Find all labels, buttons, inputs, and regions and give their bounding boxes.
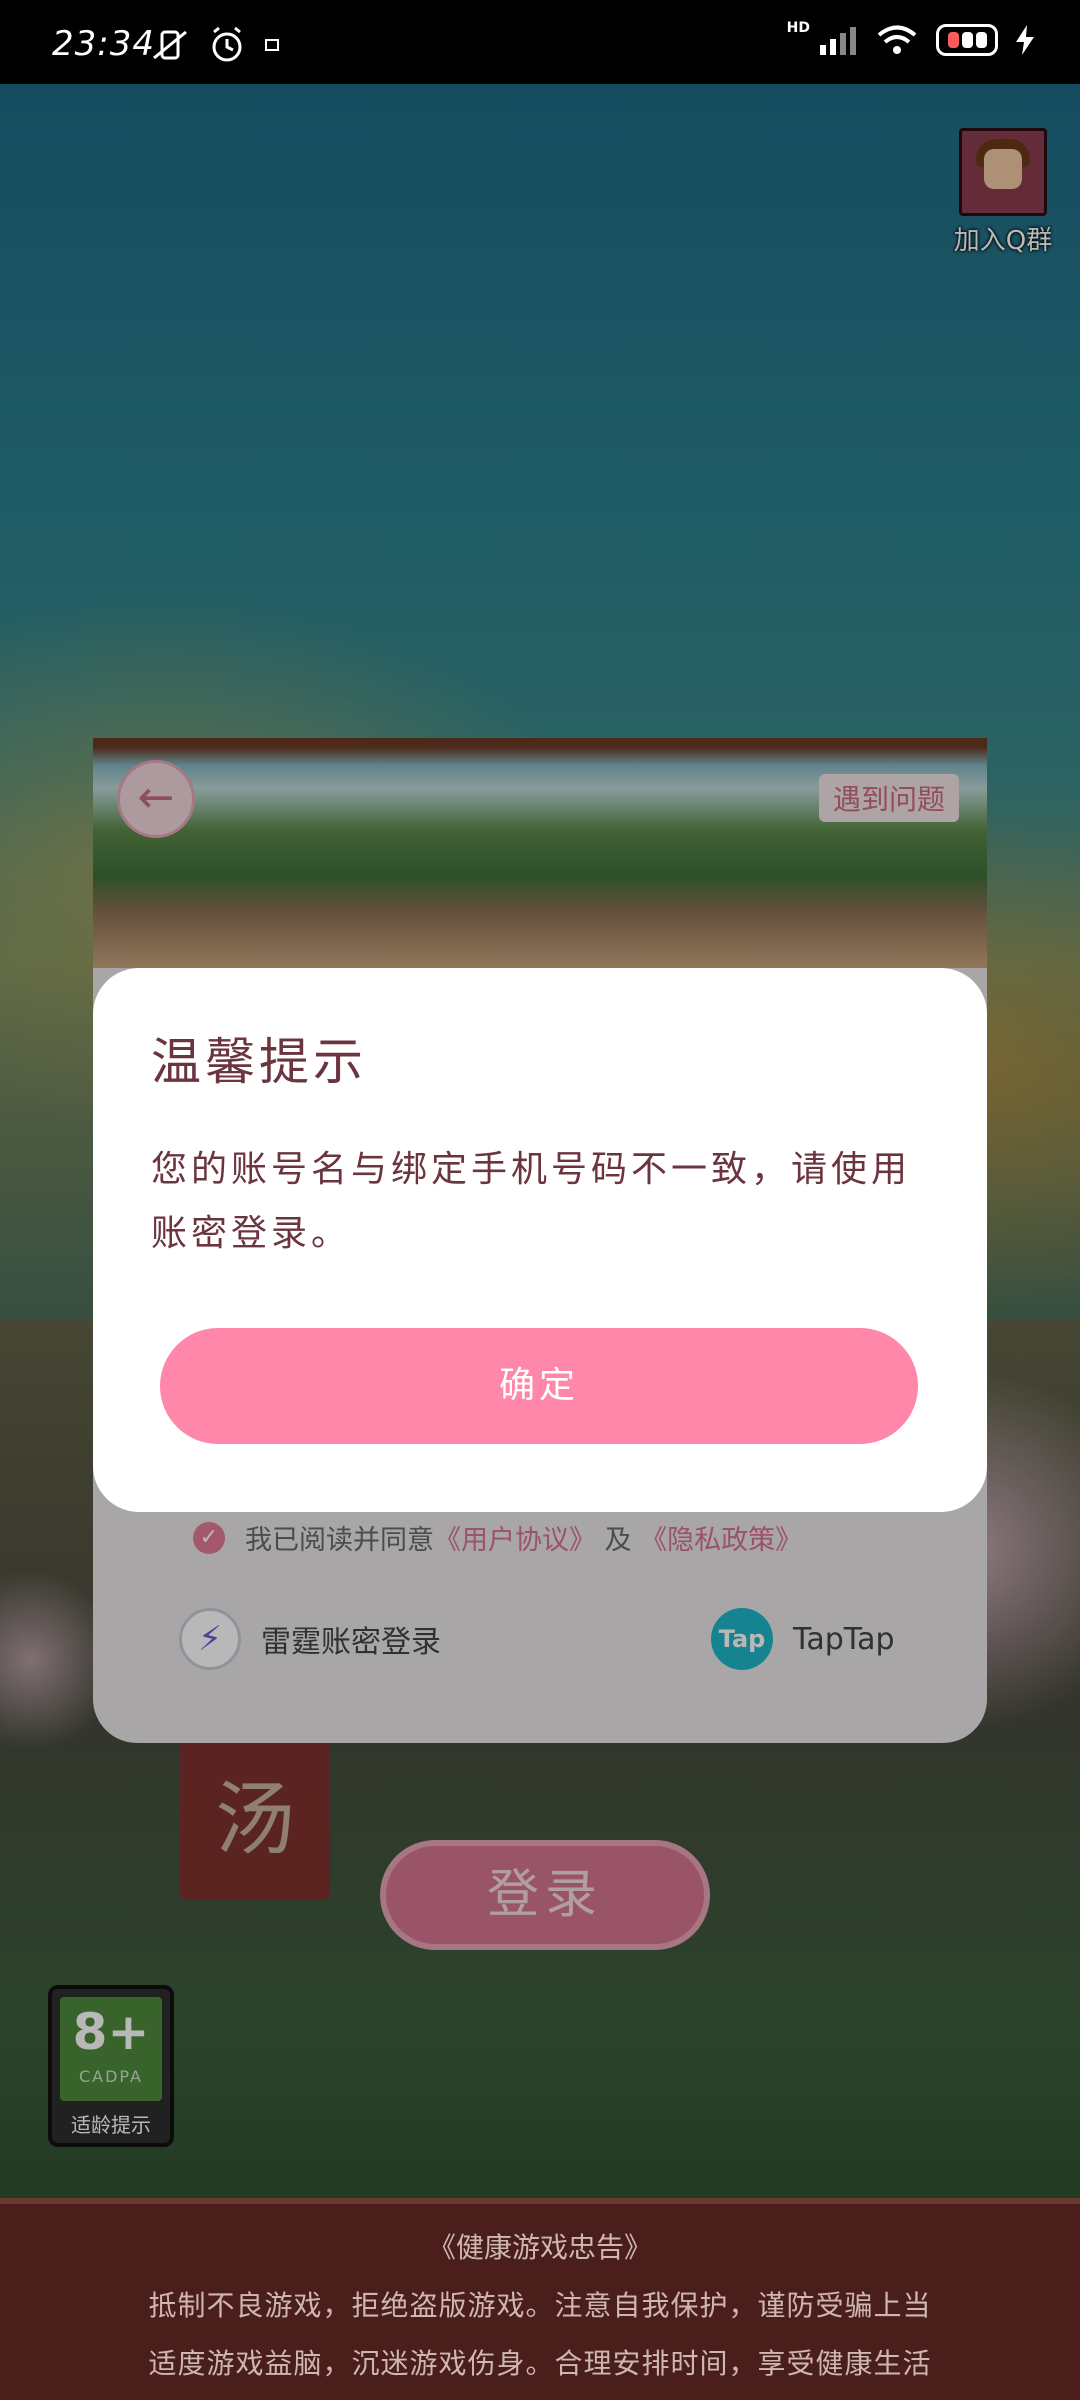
alarm-icon (212, 26, 242, 62)
dialog-message: 您的账号名与绑定手机号码不一致，请使用账密登录。 (151, 1149, 912, 1254)
battery-icon (936, 24, 998, 56)
health-notice-line-2: 适度游戏益脑，沉迷游戏伤身。合理安排时间，享受健康生活 (148, 2347, 932, 2380)
notification-icon (265, 39, 279, 51)
health-notice-line-1: 抵制不良游戏，拒绝盗版游戏。注意自我保护，谨防受骗上当 (148, 2289, 932, 2322)
health-notice-title: 《健康游戏忠告》 (427, 2231, 652, 2264)
status-bar: 23:34 HD (0, 0, 1080, 84)
notice-dialog: 温馨提示 您的账号名与绑定手机号码不一致，请使用账密登录。 确定 (93, 968, 987, 1512)
wifi-icon (877, 25, 917, 54)
signal-icon (820, 27, 856, 55)
network-hd-label: HD (786, 20, 810, 36)
confirm-button[interactable]: 确定 (160, 1328, 918, 1444)
health-game-notice: 《健康游戏忠告》 抵制不良游戏，拒绝盗版游戏。注意自我保护，谨防受骗上当 适度游… (0, 2198, 1080, 2400)
dialog-title: 温馨提示 (151, 1033, 367, 1091)
status-time: 23:34 (52, 24, 155, 64)
mute-vibrate-icon (153, 30, 187, 60)
charging-icon (1016, 25, 1034, 55)
